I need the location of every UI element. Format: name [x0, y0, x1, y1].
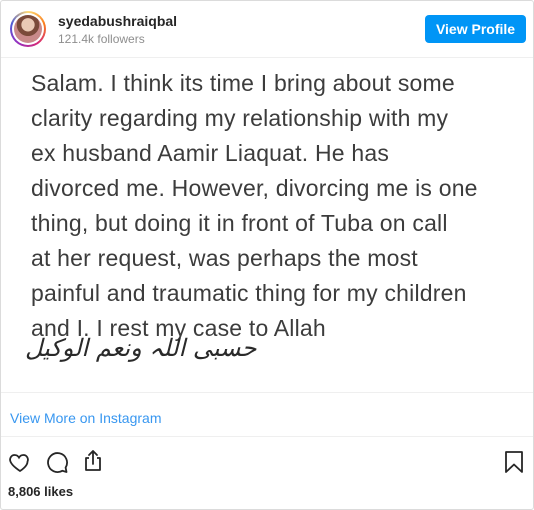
- post-text-line: clarity regarding my relationship with m…: [31, 105, 449, 131]
- avatar-ring: [12, 13, 44, 45]
- view-more-link[interactable]: View More on Instagram: [10, 410, 161, 426]
- post-image[interactable]: Salam. I think its time I bring about so…: [1, 58, 533, 392]
- like-count[interactable]: 8,806 likes: [8, 484, 73, 499]
- avatar-photo: [14, 15, 42, 43]
- heart-icon[interactable]: [8, 450, 32, 474]
- username[interactable]: syedabushraiqbal: [58, 13, 177, 29]
- divider: [1, 436, 533, 437]
- post-text-line: painful and traumatic thing for my child…: [31, 280, 467, 306]
- post-text: Salam. I think its time I bring about so…: [31, 66, 526, 346]
- divider: [1, 392, 533, 393]
- post-header: syedabushraiqbal 121.4k followers View P…: [1, 1, 533, 57]
- bookmark-icon[interactable]: [502, 450, 526, 474]
- post-text-line: thing, but doing it in front of Tuba on …: [31, 210, 448, 236]
- post-text-line: ex husband Aamir Liaquat. He has: [31, 140, 390, 166]
- urdu-calligraphy: حسبی اللہ ونعم الوکیل: [25, 334, 257, 362]
- share-icon[interactable]: [81, 449, 105, 473]
- post-text-line: divorced me. However, divorcing me is on…: [31, 175, 478, 201]
- instagram-embed-card: syedabushraiqbal 121.4k followers View P…: [0, 0, 534, 510]
- avatar[interactable]: [10, 11, 46, 47]
- follower-count: 121.4k followers: [58, 32, 145, 46]
- view-profile-button[interactable]: View Profile: [425, 15, 526, 43]
- post-text-line: at her request, was perhaps the most: [31, 245, 418, 271]
- post-text-line: Salam. I think its time I bring about so…: [31, 70, 455, 96]
- comment-icon[interactable]: [45, 450, 69, 474]
